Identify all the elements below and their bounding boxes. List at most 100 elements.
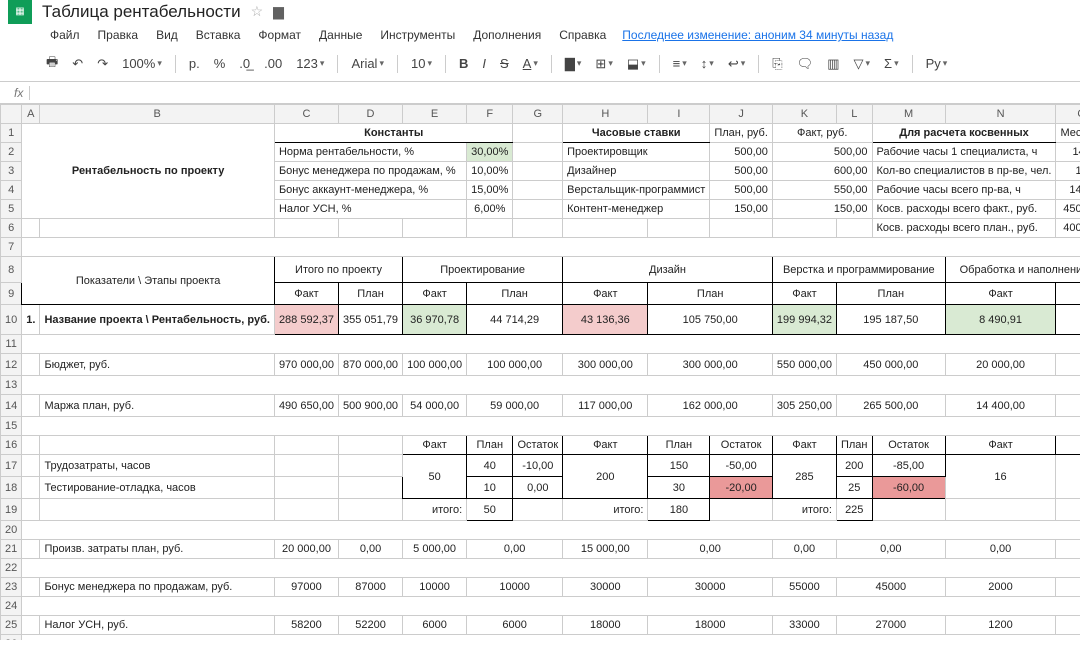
cell[interactable]: 2000 bbox=[945, 578, 1056, 597]
cell[interactable]: Проектировщик bbox=[563, 143, 710, 162]
row-header[interactable]: 11 bbox=[1, 335, 22, 354]
cell[interactable]: 225 bbox=[836, 499, 872, 521]
col-header[interactable]: J bbox=[710, 105, 773, 124]
text-color-icon[interactable]: A bbox=[519, 53, 542, 74]
cell[interactable] bbox=[22, 597, 1080, 616]
cell[interactable]: Косв. расходы всего факт., руб. bbox=[872, 200, 1056, 219]
bold-icon[interactable]: B bbox=[455, 53, 472, 74]
cell[interactable]: 288 592,37 bbox=[274, 305, 338, 335]
cell[interactable] bbox=[339, 499, 403, 521]
cell[interactable]: 355 051,79 bbox=[339, 305, 403, 335]
cell[interactable] bbox=[513, 162, 563, 181]
cell[interactable]: 10000 bbox=[467, 578, 563, 597]
cell[interactable]: 16 bbox=[945, 455, 1056, 499]
menu-view[interactable]: Вид bbox=[148, 26, 186, 44]
cell[interactable]: Остаток bbox=[513, 436, 563, 455]
undo-icon[interactable]: ↶ bbox=[68, 53, 87, 75]
folder-icon[interactable]: ▆ bbox=[273, 3, 284, 20]
cell[interactable]: 450000 bbox=[1056, 200, 1080, 219]
row-header[interactable]: 9 bbox=[1, 283, 22, 305]
cell[interactable]: 0,00 bbox=[339, 540, 403, 559]
comment-icon[interactable]: 🗨 bbox=[793, 53, 818, 75]
col-header[interactable]: N bbox=[945, 105, 1056, 124]
cell[interactable]: 18000 bbox=[648, 616, 772, 635]
cell[interactable]: Показатели \ Этапы проекта bbox=[22, 257, 275, 305]
row-header[interactable]: 22 bbox=[1, 559, 22, 578]
cell[interactable]: 1200 bbox=[1056, 616, 1080, 635]
halign-icon[interactable]: ≡ bbox=[669, 53, 691, 74]
row-header[interactable]: 23 bbox=[1, 578, 22, 597]
row-header[interactable]: 1 bbox=[1, 124, 22, 143]
cell[interactable]: 33000 bbox=[772, 616, 836, 635]
cell[interactable]: 500,00 bbox=[772, 143, 872, 162]
cell[interactable] bbox=[513, 200, 563, 219]
cell[interactable]: 25 bbox=[836, 477, 872, 499]
cell[interactable] bbox=[22, 477, 40, 499]
cell[interactable]: 30000 bbox=[563, 578, 648, 597]
merge-icon[interactable]: ⬓ bbox=[623, 53, 650, 75]
cell[interactable]: 43 136,36 bbox=[563, 305, 648, 335]
last-modified-link[interactable]: Последнее изменение: аноним 34 минуты на… bbox=[622, 28, 893, 42]
cell[interactable] bbox=[648, 219, 710, 238]
cell[interactable] bbox=[22, 335, 1080, 354]
cell[interactable]: Факт bbox=[772, 436, 836, 455]
cell[interactable] bbox=[339, 436, 403, 455]
cell[interactable]: 1. bbox=[22, 305, 40, 335]
cell[interactable]: 36 970,78 bbox=[403, 305, 467, 335]
cell[interactable] bbox=[22, 455, 40, 477]
cell[interactable]: 6000 bbox=[467, 616, 563, 635]
cell[interactable]: 500,00 bbox=[710, 162, 773, 181]
cell[interactable]: 52200 bbox=[339, 616, 403, 635]
cell[interactable]: 265 500,00 bbox=[836, 395, 945, 417]
cell[interactable]: 55000 bbox=[772, 578, 836, 597]
row-header[interactable]: 5 bbox=[1, 200, 22, 219]
cell[interactable]: 150 bbox=[648, 455, 710, 477]
cell[interactable] bbox=[22, 540, 40, 559]
cell[interactable]: 970 000,00 bbox=[274, 354, 338, 376]
cell[interactable] bbox=[772, 219, 836, 238]
print-icon[interactable]: 🖶 bbox=[42, 50, 62, 78]
row-header[interactable]: 12 bbox=[1, 354, 22, 376]
cell[interactable]: 10 bbox=[1056, 162, 1080, 181]
cell[interactable] bbox=[274, 499, 338, 521]
cell[interactable]: 50 bbox=[467, 499, 513, 521]
cell[interactable]: 105 750,00 bbox=[648, 305, 772, 335]
cell[interactable]: 20 000,00 bbox=[1056, 354, 1080, 376]
cell[interactable]: 40 bbox=[467, 455, 513, 477]
cell[interactable]: 15 000,00 bbox=[563, 540, 648, 559]
cell[interactable]: Произв. затраты план, руб. bbox=[40, 540, 275, 559]
col-header[interactable]: A bbox=[22, 105, 40, 124]
strike-icon[interactable]: S bbox=[496, 53, 513, 74]
cell[interactable]: 15,00% bbox=[467, 181, 513, 200]
link-icon[interactable]: ⎘ bbox=[768, 53, 786, 75]
cell[interactable]: итого: bbox=[403, 499, 467, 521]
cell[interactable]: 30 bbox=[648, 477, 710, 499]
row-header[interactable]: 20 bbox=[1, 521, 22, 540]
row-header[interactable]: 24 bbox=[1, 597, 22, 616]
menu-format[interactable]: Формат bbox=[250, 26, 309, 44]
cell[interactable]: 550 000,00 bbox=[772, 354, 836, 376]
cell[interactable] bbox=[403, 219, 467, 238]
cell[interactable]: 140 bbox=[1056, 143, 1080, 162]
cell[interactable]: 14 400,00 bbox=[1056, 395, 1080, 417]
font-select[interactable]: Arial bbox=[347, 53, 388, 74]
col-header[interactable]: D bbox=[339, 105, 403, 124]
cell[interactable] bbox=[339, 455, 403, 477]
cell[interactable]: 150,00 bbox=[772, 200, 872, 219]
cell[interactable] bbox=[872, 499, 945, 521]
cell[interactable]: План, руб. bbox=[710, 124, 773, 143]
filter-icon[interactable]: ▽ bbox=[849, 53, 874, 75]
fill-color-icon[interactable]: ▇ bbox=[561, 53, 586, 75]
col-header[interactable]: B bbox=[40, 105, 275, 124]
col-header[interactable]: E bbox=[403, 105, 467, 124]
cell[interactable]: 450 000,00 bbox=[836, 354, 945, 376]
row-header[interactable]: 3 bbox=[1, 162, 22, 181]
cell[interactable]: Константы bbox=[274, 124, 513, 143]
cell[interactable]: 300 000,00 bbox=[563, 354, 648, 376]
cell[interactable]: Факт, руб. bbox=[772, 124, 872, 143]
cell[interactable]: 150,00 bbox=[710, 200, 773, 219]
cell[interactable]: 117 000,00 bbox=[563, 395, 648, 417]
wrap-icon[interactable]: ↩ bbox=[724, 53, 749, 75]
cell[interactable] bbox=[513, 143, 563, 162]
decimal-dec[interactable]: .0̲ bbox=[235, 53, 254, 74]
